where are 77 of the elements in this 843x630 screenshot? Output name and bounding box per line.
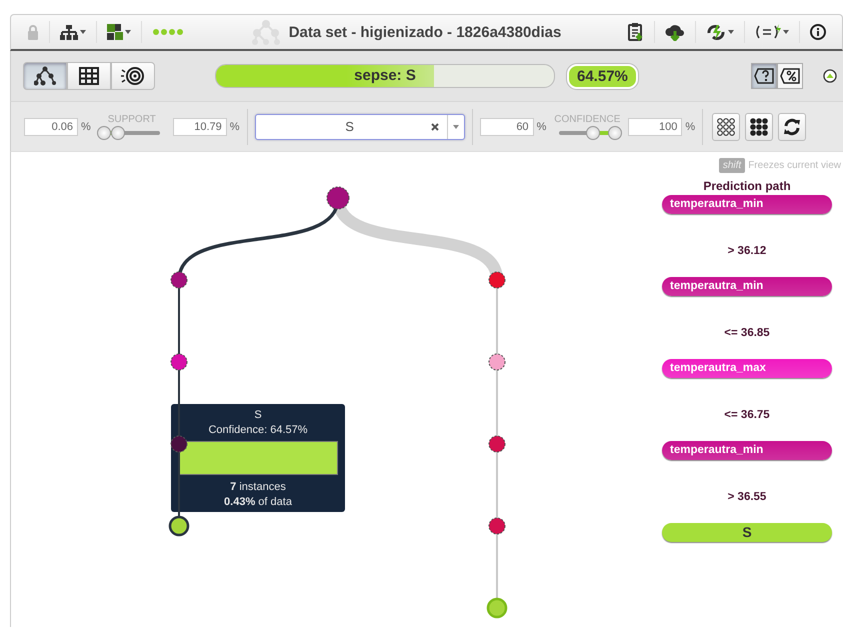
slider-thumb[interactable] (608, 126, 622, 140)
search-field[interactable]: S (254, 114, 465, 140)
tree-node[interactable] (326, 186, 350, 210)
tree-icon (34, 66, 56, 86)
sync-lightning-icon (706, 24, 726, 40)
path-field[interactable]: temperautra_min (662, 195, 832, 214)
path-field[interactable]: temperautra_max (662, 359, 832, 378)
binary-icon (107, 24, 123, 40)
info-icon (810, 24, 826, 40)
lock-icon (27, 24, 39, 40)
sparse-dots-button[interactable] (712, 112, 740, 140)
view-tab[interactable] (23, 62, 67, 90)
clipboard-icon (628, 23, 644, 41)
shift-key: shift (718, 158, 746, 173)
network-icon (60, 24, 78, 40)
refresh-icon (783, 118, 802, 136)
min-support-field[interactable]: 0.06 (24, 118, 78, 136)
unit-label: % (685, 120, 696, 132)
percent-tag-icon (780, 68, 800, 84)
dots-grid-icon (750, 118, 768, 136)
dense-dots-button[interactable] (745, 112, 774, 140)
dots-grid-icon (717, 118, 736, 136)
path-condition: <= 36.75 (723, 408, 771, 422)
leaf-node[interactable] (486, 598, 508, 618)
refresh-button[interactable] (778, 112, 806, 140)
caret-icon (80, 30, 86, 34)
path-title: Prediction path (703, 179, 791, 193)
path-prediction[interactable]: S (662, 523, 832, 542)
slider-thumb[interactable] (96, 126, 111, 140)
display-mode-tab[interactable] (751, 63, 777, 89)
min-confidence-field[interactable]: 60 (480, 118, 534, 136)
tooltip-instances: 7 instances (230, 481, 286, 493)
question-tag-icon (754, 68, 774, 84)
objective-label: sepse: S (353, 66, 417, 86)
status-dots-icon (152, 28, 184, 36)
tree-node[interactable] (488, 354, 506, 370)
path-condition: > 36.12 (726, 244, 768, 258)
caret-icon (125, 30, 131, 34)
path-condition: <= 36.85 (723, 326, 771, 340)
view-tab[interactable] (67, 62, 111, 90)
tooltip-title: S (254, 409, 262, 421)
tree-node[interactable] (170, 272, 188, 288)
max-support-field[interactable]: 10.79 (172, 118, 227, 136)
slider-thumb[interactable] (111, 126, 126, 140)
collapse-icon[interactable] (823, 69, 837, 83)
unit-label: % (230, 120, 240, 132)
path-field[interactable]: temperautra_min (662, 441, 832, 460)
tree-node[interactable] (488, 518, 506, 534)
dropdown-caret-icon[interactable] (452, 124, 459, 128)
window-title: Data set - higienizado - 1826a4380dias (288, 24, 562, 40)
tooltip-confidence: Confidence: 64.57% (208, 424, 308, 436)
confidence-badge: 64.57% (567, 64, 638, 88)
tooltip-share: 0.43% of data (224, 496, 292, 508)
unit-label: % (81, 120, 91, 132)
hint-text: Freezes current view (748, 160, 841, 171)
tree-node[interactable] (488, 272, 506, 288)
caret-icon (728, 30, 734, 34)
tree-node[interactable] (170, 354, 188, 370)
unit-label: % (536, 120, 546, 132)
confidence-label: CONFIDENCE (554, 114, 620, 124)
leaf-node[interactable] (168, 516, 190, 536)
sunburst-icon (120, 66, 146, 86)
view-tab[interactable] (111, 62, 155, 90)
display-mode-tab[interactable] (777, 63, 803, 89)
max-confidence-field[interactable]: 100 (628, 118, 682, 136)
tree-node[interactable] (488, 436, 506, 452)
grid-icon (79, 67, 99, 85)
tree-node[interactable] (170, 436, 188, 452)
tree-logo-icon (250, 19, 281, 45)
caret-icon (783, 30, 789, 34)
clear-icon[interactable] (430, 122, 439, 130)
formula-lightning-icon (755, 24, 781, 40)
path-field[interactable]: temperautra_min (662, 277, 832, 296)
slider-thumb[interactable] (586, 126, 600, 140)
cloud-download-icon (665, 24, 685, 40)
path-condition: > 36.55 (726, 490, 768, 504)
support-label: SUPPORT (108, 114, 156, 124)
